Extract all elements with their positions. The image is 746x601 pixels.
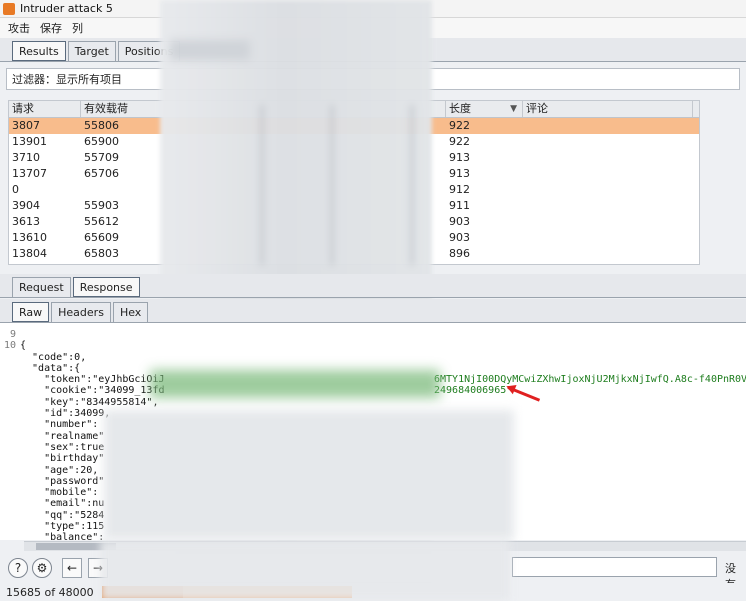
line-text: "qq":"5284 — [20, 509, 105, 521]
cell-request: 13707 — [12, 167, 47, 180]
cell-comment — [523, 150, 693, 166]
menu-columns[interactable]: 列 — [72, 20, 83, 36]
blurred-values-region — [104, 410, 514, 540]
view-tab-bar: Raw Headers Hex — [0, 299, 746, 323]
token-value-tail: 6MTY1NjI00DQyMCwiZXhwIjoxNjU2MjkxNjIwfQ.… — [434, 374, 746, 385]
code-line: "key":"8344955814", — [0, 397, 746, 408]
cell-length: 922 — [449, 135, 470, 148]
line-text: "sex":true — [20, 441, 105, 453]
cell-length: 911 — [449, 199, 470, 212]
cell-comment — [523, 246, 693, 262]
cell-request: 13610 — [12, 231, 47, 244]
menu-attack[interactable]: 攻击 — [8, 20, 30, 36]
line-number — [0, 408, 20, 419]
cell-length: 912 — [449, 183, 470, 196]
cell-request: 3710 — [12, 151, 40, 164]
previous-match-button[interactable]: ← — [62, 558, 82, 578]
cell-request: 3807 — [12, 119, 40, 132]
cell-request: 0 — [12, 183, 19, 196]
code-line: 9 — [0, 329, 746, 340]
gear-icon[interactable]: ⚙ — [32, 558, 52, 578]
line-text: "data":{ — [20, 362, 81, 374]
cell-comment — [523, 182, 693, 198]
cell-length: 903 — [449, 231, 470, 244]
line-text: "mobile": — [20, 487, 99, 499]
cell-length: 913 — [449, 151, 470, 164]
cell-comment — [523, 198, 693, 214]
cell-comment — [523, 118, 693, 134]
cell-request: 3904 — [12, 199, 40, 212]
line-number — [0, 532, 20, 540]
cell-request: 13901 — [12, 135, 47, 148]
tab-results[interactable]: Results — [12, 41, 66, 61]
line-number — [0, 453, 20, 464]
line-number — [0, 431, 20, 442]
line-number — [0, 397, 20, 408]
tab-response[interactable]: Response — [72, 277, 140, 297]
line-number — [0, 363, 20, 374]
line-number: 9 — [9, 329, 16, 340]
line-text: "cookie":"34099_13fd — [20, 385, 165, 397]
line-number: 10 — [3, 340, 16, 352]
code-line: 10 { — [0, 340, 746, 351]
column-header-request[interactable]: 请求 — [9, 101, 81, 117]
line-number — [0, 385, 20, 396]
line-number — [0, 442, 20, 453]
cookie-value-tail: 249684006965" — [434, 385, 513, 396]
blurred-bottom-region — [100, 540, 510, 601]
progress-text: 15685 of 48000 — [6, 585, 94, 599]
line-number — [0, 419, 20, 430]
cell-request: 13804 — [12, 247, 47, 260]
line-number — [0, 476, 20, 487]
message-tab-bar: Request Response — [0, 274, 746, 298]
line-text: "realname" — [20, 430, 105, 442]
line-number — [0, 487, 20, 498]
column-header-comment[interactable]: 评论 — [523, 101, 693, 117]
column-header-length[interactable]: 长度 ▼ — [446, 101, 523, 117]
blurred-token-region — [150, 370, 440, 398]
line-number — [0, 498, 20, 509]
line-number — [0, 510, 20, 521]
line-text: "balance": — [20, 532, 105, 540]
tab-target[interactable]: Target — [67, 41, 116, 61]
cell-comment — [523, 166, 693, 182]
search-input[interactable] — [512, 557, 717, 577]
burp-icon — [3, 2, 15, 15]
line-text: "key":"8344955814", — [20, 396, 159, 408]
menu-save[interactable]: 保存 — [40, 20, 62, 36]
line-number — [0, 465, 20, 476]
line-text: "age":20, — [20, 464, 99, 476]
cell-comment — [523, 214, 693, 230]
line-text: "token":"eyJhbGciOiJ — [20, 374, 165, 386]
line-text: "number": — [20, 419, 99, 431]
code-line: "code":0, — [0, 352, 746, 363]
window-title: Intruder attack 5 — [20, 2, 113, 15]
cell-length: 903 — [449, 215, 470, 228]
cell-length: 896 — [449, 247, 470, 260]
tab-headers[interactable]: Headers — [51, 302, 111, 322]
line-text: "birthday" — [20, 453, 105, 465]
line-number — [0, 352, 20, 363]
tab-hex[interactable]: Hex — [112, 302, 149, 322]
cell-comment — [523, 134, 693, 150]
line-text: "id":34099, — [20, 408, 111, 420]
line-text: "password" — [20, 475, 105, 487]
tab-request[interactable]: Request — [12, 277, 71, 297]
help-icon[interactable]: ? — [8, 558, 28, 578]
cell-length: 913 — [449, 167, 470, 180]
line-text: "type":115 — [20, 521, 105, 533]
cell-comment — [523, 230, 693, 246]
cell-request: 3613 — [12, 215, 40, 228]
filter-label: 过滤器：显示所有项目 — [12, 73, 122, 86]
cell-length: 922 — [449, 119, 470, 132]
line-text: "email":nu — [20, 498, 105, 510]
length-header-label: 长度 — [449, 102, 471, 115]
tab-raw[interactable]: Raw — [12, 302, 50, 322]
line-text: "code":0, — [20, 351, 87, 363]
line-text: { — [20, 340, 27, 352]
sort-down-icon: ▼ — [510, 104, 517, 114]
line-number — [0, 521, 20, 532]
line-number — [0, 374, 20, 385]
